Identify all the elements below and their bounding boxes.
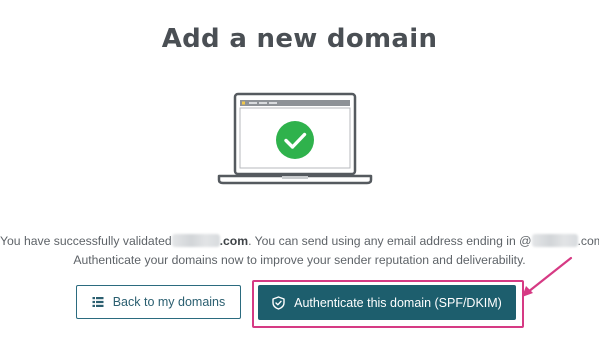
back-to-my-domains-button[interactable]: Back to my domains	[76, 285, 241, 319]
redacted-domain-2	[531, 234, 578, 247]
list-icon	[92, 296, 104, 308]
success-message: You have successfully validated .com. You…	[0, 232, 599, 270]
authenticate-domain-button[interactable]: Authenticate this domain (SPF/DKIM)	[258, 285, 516, 320]
page-title: Add a new domain	[161, 24, 438, 54]
success-message-line-1: You have successfully validated .com. You…	[0, 234, 599, 248]
authenticate-button-label: Authenticate this domain (SPF/DKIM)	[294, 295, 502, 310]
success-message-line-2: Authenticate your domains now to improve…	[73, 253, 526, 267]
annotation-arrow-icon	[522, 256, 573, 297]
redacted-domain	[171, 234, 220, 247]
laptop-check-icon	[217, 92, 373, 185]
back-button-label: Back to my domains	[112, 295, 226, 309]
shield-check-icon	[272, 295, 285, 310]
